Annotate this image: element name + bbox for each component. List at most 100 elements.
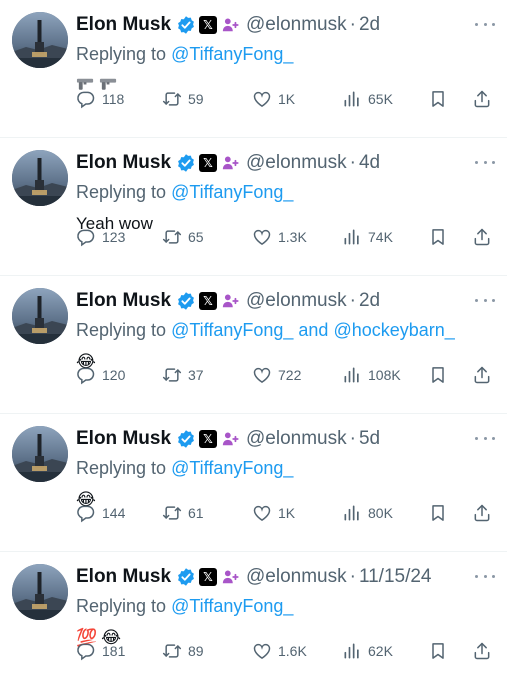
repost-button[interactable]: 65 — [162, 226, 204, 248]
like-count: 722 — [278, 367, 302, 383]
mention-link[interactable]: @TiffanyFong_ — [171, 320, 293, 340]
author-handle[interactable]: @elonmusk — [246, 428, 347, 450]
timestamp[interactable]: 2d — [359, 14, 380, 36]
avatar[interactable] — [12, 150, 68, 206]
tweet[interactable]: Elon Musk 𝕏 @elonmusk · 11/15/24 Replying to … — [0, 552, 507, 680]
affiliate-icon[interactable] — [217, 16, 240, 34]
author-handle[interactable]: @elonmusk — [246, 152, 347, 174]
views-count: 62K — [368, 643, 393, 659]
share-button[interactable] — [472, 640, 492, 662]
more-options-icon[interactable] — [475, 154, 495, 170]
like-button[interactable]: 1K — [252, 88, 295, 110]
tweet-body: Elon Musk 𝕏 @elonmusk · 5d Replying to @Tiffa… — [76, 426, 507, 514]
bookmark-icon — [428, 365, 448, 385]
badges: 𝕏 — [176, 429, 240, 449]
action-bar: 123 65 1.3K 74K — [76, 226, 496, 248]
replying-to-label: Replying to — [76, 44, 172, 64]
reply-count: 120 — [102, 367, 126, 383]
mention-link[interactable]: @TiffanyFong_ — [171, 44, 293, 64]
more-options-icon[interactable] — [475, 568, 495, 584]
affiliate-icon[interactable] — [217, 292, 240, 310]
reply-button[interactable]: 123 — [76, 226, 125, 248]
author-handle[interactable]: @elonmusk — [246, 290, 347, 312]
reply-button[interactable]: 181 — [76, 640, 125, 662]
affiliate-icon[interactable] — [217, 154, 240, 172]
verified-badge-icon[interactable] — [176, 291, 196, 311]
bookmark-button[interactable] — [428, 640, 448, 662]
verified-badge-icon[interactable] — [176, 15, 196, 35]
repost-button[interactable]: 61 — [162, 502, 204, 524]
reply-button[interactable]: 120 — [76, 364, 125, 386]
x-affiliation-icon[interactable]: 𝕏 — [199, 430, 218, 448]
bookmark-button[interactable] — [428, 88, 448, 110]
timestamp[interactable]: 11/15/24 — [359, 566, 432, 588]
timestamp[interactable]: 4d — [359, 152, 380, 174]
views-button[interactable]: 62K — [342, 640, 393, 662]
more-options-icon[interactable] — [475, 292, 495, 308]
mention-link[interactable]: @TiffanyFong_ — [171, 596, 293, 616]
tweet-feed: Elon Musk 𝕏 @elonmusk · 2d Replying to @Tiffa… — [0, 0, 507, 680]
share-button[interactable] — [472, 502, 492, 524]
tweet[interactable]: Elon Musk 𝕏 @elonmusk · 4d Replying to @Tiffa… — [0, 138, 507, 276]
avatar[interactable] — [12, 564, 68, 620]
views-button[interactable]: 108K — [342, 364, 401, 386]
x-affiliation-icon[interactable]: 𝕏 — [199, 568, 218, 586]
repost-button[interactable]: 59 — [162, 88, 204, 110]
author-name[interactable]: Elon Musk — [76, 152, 171, 174]
more-options-icon[interactable] — [475, 430, 495, 446]
bookmark-button[interactable] — [428, 364, 448, 386]
x-affiliation-icon[interactable]: 𝕏 — [199, 16, 218, 34]
avatar[interactable] — [12, 12, 68, 68]
like-button[interactable]: 722 — [252, 364, 301, 386]
like-button[interactable]: 1.3K — [252, 226, 307, 248]
x-affiliation-icon[interactable]: 𝕏 — [199, 154, 218, 172]
action-bar: 144 61 1K 80K — [76, 502, 496, 524]
avatar[interactable] — [12, 288, 68, 344]
verified-badge-icon[interactable] — [176, 153, 196, 173]
repost-button[interactable]: 37 — [162, 364, 204, 386]
more-options-icon[interactable] — [475, 16, 495, 32]
author-handle[interactable]: @elonmusk — [246, 14, 347, 36]
share-icon — [472, 89, 492, 109]
replying-to: Replying to @TiffanyFong_ — [76, 455, 507, 481]
timestamp[interactable]: 5d — [359, 428, 380, 450]
share-icon — [472, 365, 492, 385]
views-button[interactable]: 80K — [342, 502, 393, 524]
author-name[interactable]: Elon Musk — [76, 428, 171, 450]
tweet[interactable]: Elon Musk 𝕏 @elonmusk · 2d Replying to @Tiffa… — [0, 276, 507, 414]
bookmark-button[interactable] — [428, 502, 448, 524]
affiliate-icon[interactable] — [217, 430, 240, 448]
repost-button[interactable]: 89 — [162, 640, 204, 662]
author-name[interactable]: Elon Musk — [76, 566, 171, 588]
bookmark-button[interactable] — [428, 226, 448, 248]
reply-button[interactable]: 118 — [76, 88, 124, 110]
avatar[interactable] — [12, 426, 68, 482]
tweet-header: Elon Musk 𝕏 @elonmusk · 2d — [76, 12, 507, 38]
share-icon — [472, 503, 492, 523]
mention-link[interactable]: @hockeybarn_ — [333, 320, 454, 340]
verified-badge-icon[interactable] — [176, 567, 196, 587]
like-icon — [252, 227, 278, 247]
views-button[interactable]: 74K — [342, 226, 393, 248]
repost-icon — [162, 503, 188, 523]
like-count: 1.3K — [278, 229, 307, 245]
tweet[interactable]: Elon Musk 𝕏 @elonmusk · 5d Replying to @Tiffa… — [0, 414, 507, 552]
verified-badge-icon[interactable] — [176, 429, 196, 449]
views-button[interactable]: 65K — [342, 88, 393, 110]
tweet[interactable]: Elon Musk 𝕏 @elonmusk · 2d Replying to @Tiffa… — [0, 0, 507, 138]
like-button[interactable]: 1.6K — [252, 640, 307, 662]
author-name[interactable]: Elon Musk — [76, 14, 171, 36]
author-name[interactable]: Elon Musk — [76, 290, 171, 312]
like-button[interactable]: 1K — [252, 502, 295, 524]
share-button[interactable] — [472, 364, 492, 386]
share-button[interactable] — [472, 226, 492, 248]
reply-button[interactable]: 144 — [76, 502, 125, 524]
affiliate-icon[interactable] — [217, 568, 240, 586]
mention-link[interactable]: @TiffanyFong_ — [171, 458, 293, 478]
share-button[interactable] — [472, 88, 492, 110]
author-handle[interactable]: @elonmusk — [246, 566, 347, 588]
replying-to-label: Replying to — [76, 182, 172, 202]
x-affiliation-icon[interactable]: 𝕏 — [199, 292, 218, 310]
timestamp[interactable]: 2d — [359, 290, 380, 312]
mention-link[interactable]: @TiffanyFong_ — [171, 182, 293, 202]
